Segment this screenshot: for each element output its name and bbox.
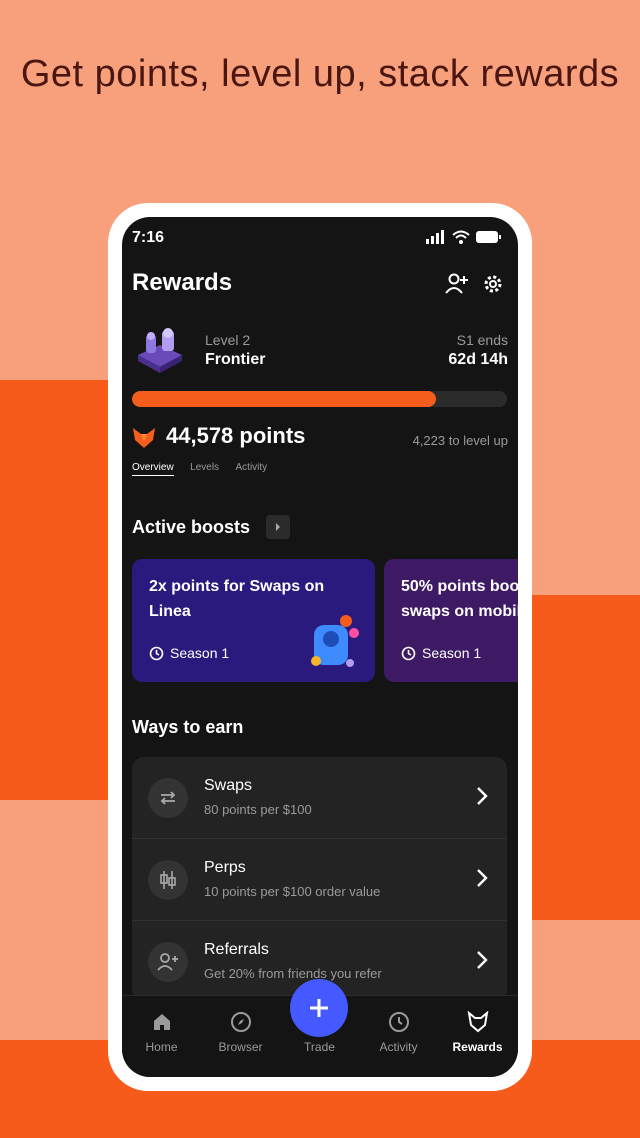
- nav-activity[interactable]: Activity: [359, 996, 438, 1054]
- nav-rewards-label: Rewards: [452, 1040, 503, 1054]
- season-label: S1 ends: [456, 332, 508, 348]
- clock-icon: [387, 1010, 411, 1034]
- tab-overview[interactable]: Overview: [132, 462, 174, 476]
- status-icons: [426, 230, 502, 244]
- earn-desc-perps: 10 points per $100 order value: [204, 884, 381, 899]
- rewards-tabs: Overview Levels Activity: [132, 457, 279, 476]
- battery-icon: [476, 231, 501, 243]
- boost-card-2[interactable]: 50% points boost for swaps on mobile Sea…: [384, 559, 518, 682]
- gear-icon[interactable]: [480, 271, 506, 297]
- fox-icon: [132, 427, 156, 454]
- boost-card-1[interactable]: 2x points for Swaps on Linea Season 1: [132, 559, 375, 682]
- candlestick-icon: [148, 860, 188, 900]
- boost-season-label-2: Season 1: [422, 645, 482, 661]
- bottom-nav: Home Browser Trade Activity Rewards: [122, 979, 518, 1077]
- nav-home-label: Home: [145, 1040, 178, 1054]
- tab-activity[interactable]: Activity: [236, 462, 268, 473]
- earn-desc-referrals: Get 20% from friends you refer: [204, 966, 382, 981]
- signal-icon: [426, 230, 444, 244]
- chevron-right-icon: [477, 869, 488, 887]
- level-progress-bar: [132, 391, 507, 407]
- clock-icon: [149, 646, 164, 660]
- bg-orange-right: [530, 595, 640, 920]
- earn-desc-swaps: 80 points per $100: [204, 802, 312, 817]
- chevron-right-icon: [477, 787, 488, 805]
- boost-season-2: Season 1: [401, 645, 481, 661]
- rewards-icon: [466, 1010, 490, 1034]
- headline: Get points, level up, stack rewards: [20, 53, 620, 95]
- trade-fab-button[interactable]: [290, 979, 348, 1037]
- boosts-title: Active boosts: [132, 517, 251, 537]
- earn-name-swaps: Swaps: [204, 777, 253, 794]
- points-to-level: 4,223 to level up: [412, 433, 508, 448]
- add-user-icon: [148, 942, 188, 982]
- boost-title-2-line-1: 50% points boost for: [401, 578, 518, 595]
- boost-season-1: Season 1: [149, 645, 229, 661]
- nav-trade-label: Trade: [304, 1040, 335, 1054]
- clock-icon: [401, 646, 416, 660]
- earn-list: Swaps 80 points per $100 Perps 10 points…: [132, 757, 507, 1002]
- earn-name-referrals: Referrals: [204, 941, 269, 958]
- boosts-info-button[interactable]: [266, 515, 290, 539]
- boost-illustration: [304, 611, 364, 678]
- level-label: Level 2: [205, 332, 251, 348]
- earn-name-perps: Perps: [204, 859, 246, 876]
- swap-arrows-icon: [148, 778, 188, 818]
- status-time: 7:16: [132, 229, 165, 246]
- season-remaining: 62d 14h: [448, 351, 508, 368]
- home-icon: [150, 1010, 174, 1034]
- earn-title: Ways to earn: [132, 717, 244, 737]
- nav-home[interactable]: Home: [122, 996, 201, 1054]
- level-name: Frontier: [205, 351, 266, 368]
- nav-browser[interactable]: Browser: [201, 996, 280, 1054]
- plus-icon: [310, 999, 328, 1017]
- earn-item-swaps[interactable]: Swaps 80 points per $100: [132, 757, 507, 839]
- boost-season-label-1: Season 1: [170, 645, 230, 661]
- chevron-right-icon: [276, 523, 280, 531]
- compass-icon: [229, 1010, 253, 1034]
- add-user-icon[interactable]: [444, 271, 470, 297]
- points-value: 44,578 points: [166, 423, 306, 448]
- boost-title-2: 50% points boost for swaps on mobile: [401, 574, 518, 624]
- nav-rewards[interactable]: Rewards: [438, 996, 517, 1054]
- level-progress-fill: [132, 391, 436, 407]
- bg-orange-left: [0, 380, 110, 800]
- wifi-icon: [452, 230, 470, 244]
- level-badge-image: [132, 325, 188, 375]
- nav-browser-label: Browser: [218, 1040, 263, 1054]
- page-title: Rewards: [132, 269, 233, 296]
- boost-title-2-line-2: swaps on mobile: [401, 603, 518, 620]
- app-screen: 7:16 Rewards Level 2 Frontier S1 ends 62…: [122, 217, 518, 1077]
- earn-item-perps[interactable]: Perps 10 points per $100 order value: [132, 839, 507, 921]
- nav-activity-label: Activity: [379, 1040, 418, 1054]
- phone-frame: 7:16 Rewards Level 2 Frontier S1 ends 62…: [108, 203, 532, 1091]
- boost-title-1: 2x points for Swaps on Linea: [149, 578, 325, 620]
- chevron-right-icon: [477, 951, 488, 969]
- tab-levels[interactable]: Levels: [190, 462, 219, 473]
